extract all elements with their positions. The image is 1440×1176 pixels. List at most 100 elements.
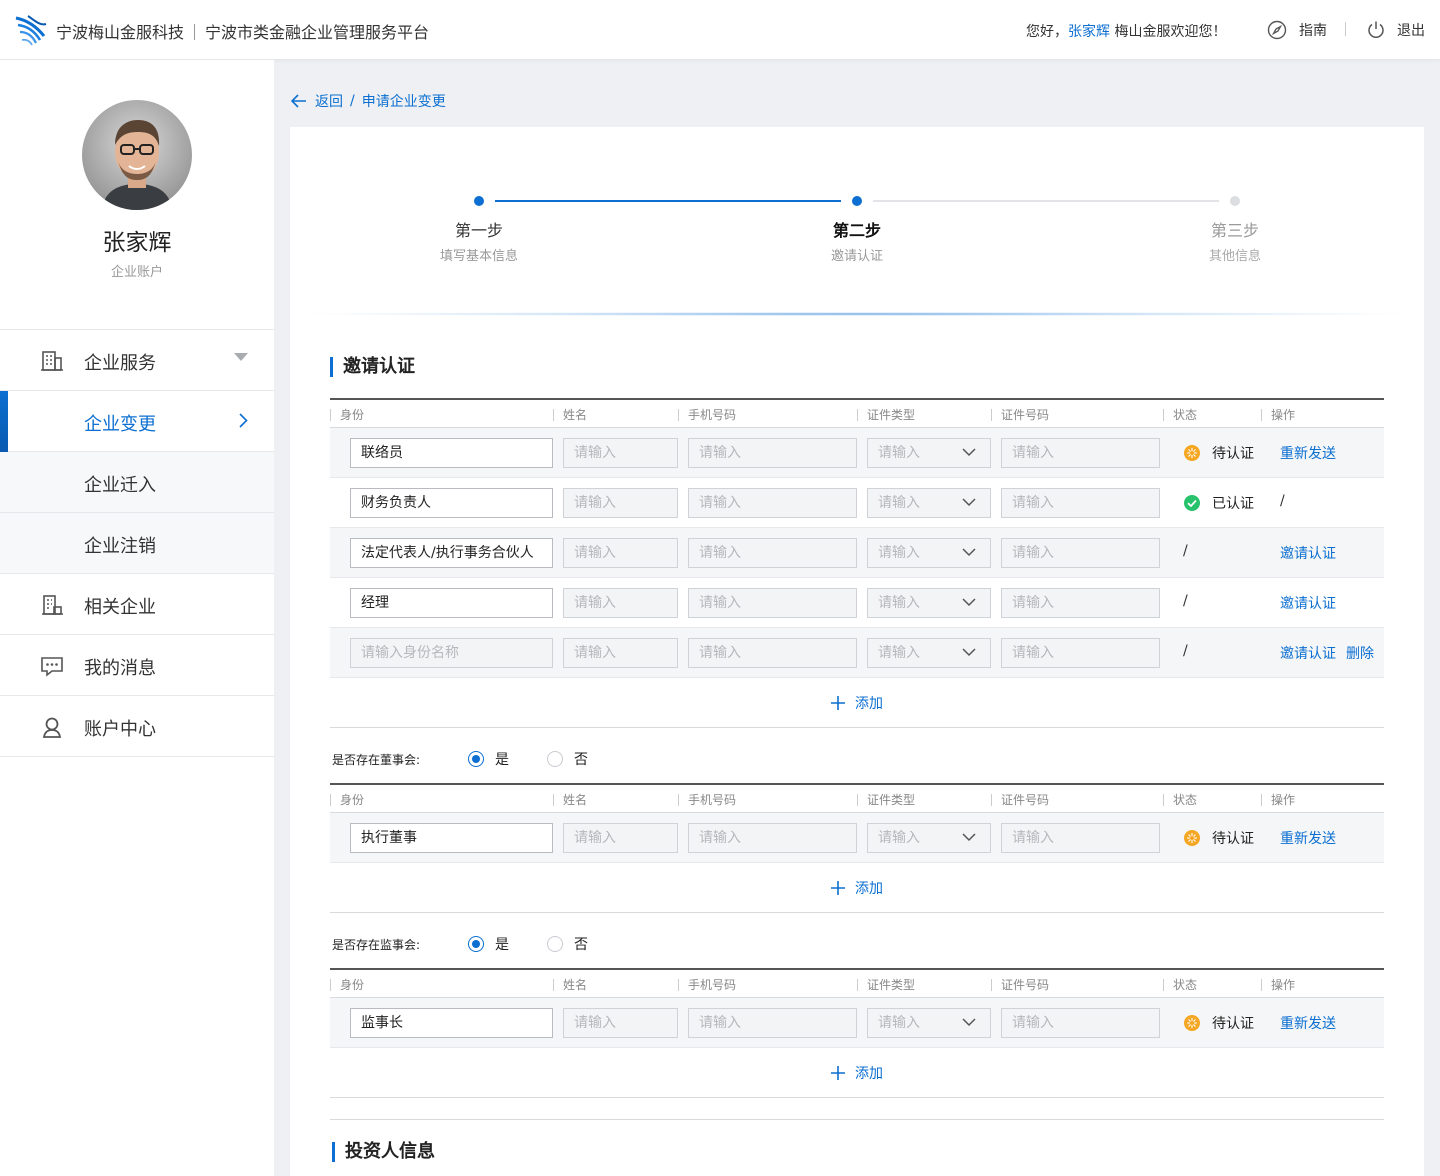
input-placeholder: 请输入 (699, 545, 741, 561)
id-number-input[interactable]: 请输入 (1001, 488, 1160, 518)
arrow-left-icon[interactable] (291, 94, 307, 108)
menu-item-enterprise-cancel[interactable]: 企业注销 (0, 513, 274, 574)
name-input[interactable]: 请输入 (563, 588, 678, 618)
name-input[interactable]: 请输入 (563, 488, 678, 518)
logout-button[interactable]: 退出 (1367, 18, 1425, 42)
supervisor-question-label: 是否存在监事会: (332, 937, 421, 952)
id-number-input[interactable]: 请输入 (1001, 1008, 1160, 1038)
action-link[interactable]: 重新发送 (1280, 1016, 1336, 1032)
name-input[interactable]: 请输入 (563, 823, 678, 853)
invite-table: 身份 姓名 手机号码 证件类型 证件号码 状态 操作 联络员 请输入 请输入 请输入 请输入 待认证 重新… (330, 398, 1384, 728)
action-link[interactable]: 重新发送 (1280, 446, 1336, 462)
menu-label: 企业服务 (84, 353, 156, 374)
status-text: 待认证 (1212, 1016, 1254, 1032)
radio-label: 是 (495, 937, 509, 953)
greeting-username[interactable]: 张家辉 (1068, 24, 1110, 40)
step-dot-1 (474, 196, 484, 206)
table-row: 请输入身份名称 请输入 请输入 请输入 请输入 / 邀请认证 删除 (330, 628, 1384, 678)
input-placeholder: 请输入 (1012, 445, 1054, 461)
radio-label: 是 (495, 752, 509, 768)
table-row: 财务负责人 请输入 请输入 请输入 请输入 已认证 / (330, 478, 1384, 528)
id-number-input[interactable]: 请输入 (1001, 823, 1160, 853)
status-empty: / (1183, 643, 1188, 659)
role-input[interactable]: 经理 (350, 588, 553, 618)
menu-item-my-messages[interactable]: 我的消息 (0, 635, 274, 696)
action-link[interactable]: 重新发送 (1280, 831, 1336, 847)
menu-item-enterprise-service[interactable]: 企业服务 (0, 330, 274, 391)
id-number-input[interactable]: 请输入 (1001, 638, 1160, 668)
phone-input[interactable]: 请输入 (688, 638, 857, 668)
menu-item-enterprise-move-in[interactable]: 企业迁入 (0, 452, 274, 513)
id-number-input[interactable]: 请输入 (1001, 438, 1160, 468)
phone-input[interactable]: 请输入 (688, 438, 857, 468)
menu-item-account-center[interactable]: 账户中心 (0, 696, 274, 757)
column-header: 证件号码 (991, 408, 1049, 422)
phone-input[interactable]: 请输入 (688, 823, 857, 853)
name-input[interactable]: 请输入 (563, 1008, 678, 1038)
menu-item-enterprise-change[interactable]: 企业变更 (0, 391, 274, 452)
status-badge: 待认证 (1184, 828, 1254, 848)
step-2-subtitle: 邀请认证 (830, 249, 883, 264)
name-input[interactable]: 请输入 (563, 438, 678, 468)
step-1-subtitle: 填写基本信息 (439, 249, 518, 264)
board-no-radio[interactable]: 否 (547, 749, 588, 769)
column-header: 姓名 (553, 978, 587, 992)
id-type-select[interactable]: 请输入 (867, 488, 991, 518)
id-number-input[interactable]: 请输入 (1001, 588, 1160, 618)
id-type-select[interactable]: 请输入 (867, 438, 991, 468)
role-input[interactable]: 法定代表人/执行事务合伙人 (350, 538, 553, 568)
input-placeholder: 请输入 (574, 495, 616, 511)
action-link[interactable]: 邀请认证 (1280, 596, 1336, 612)
delete-link[interactable]: 删除 (1346, 646, 1374, 662)
role-input[interactable]: 请输入身份名称 (350, 638, 553, 668)
name-input[interactable]: 请输入 (563, 538, 678, 568)
name-input[interactable]: 请输入 (563, 638, 678, 668)
logo-icon (15, 15, 47, 46)
phone-input[interactable]: 请输入 (688, 488, 857, 518)
id-type-select[interactable]: 请输入 (867, 538, 991, 568)
menu-label: 企业注销 (84, 536, 156, 557)
action-link[interactable]: 邀请认证 (1280, 546, 1336, 562)
avatar (82, 100, 192, 210)
chevron-down-icon (962, 1018, 976, 1027)
table-header: 身份 姓名 手机号码 证件类型 证件号码 状态 操作 (330, 968, 1384, 998)
add-row-button[interactable]: 添加 (330, 863, 1384, 913)
status-badge: 已认证 (1184, 493, 1254, 513)
add-row-button[interactable]: 添加 (330, 1048, 1384, 1098)
row-actions: 邀请认证 (1280, 593, 1336, 613)
supervisor-yes-radio[interactable]: 是 (468, 934, 509, 954)
board-yes-radio[interactable]: 是 (468, 749, 509, 769)
supervisor-no-radio[interactable]: 否 (547, 934, 588, 954)
check-circle-icon (1184, 495, 1200, 511)
status-text: 已认证 (1212, 496, 1254, 512)
phone-input[interactable]: 请输入 (688, 1008, 857, 1038)
compass-icon (1267, 20, 1287, 40)
role-input[interactable]: 联络员 (350, 438, 553, 468)
action-link[interactable]: 邀请认证 (1280, 646, 1336, 662)
id-type-select[interactable]: 请输入 (867, 588, 991, 618)
add-row-button[interactable]: 添加 (330, 678, 1384, 728)
building-icon (41, 351, 63, 371)
phone-input[interactable]: 请输入 (688, 538, 857, 568)
phone-input[interactable]: 请输入 (688, 588, 857, 618)
menu-item-related-enterprise[interactable]: 相关企业 (0, 574, 274, 635)
step-line-done (495, 200, 841, 202)
user-icon (42, 717, 62, 738)
profile-account-type: 企业账户 (110, 265, 163, 280)
input-placeholder: 请输入 (878, 830, 920, 846)
id-type-select[interactable]: 请输入 (867, 638, 991, 668)
id-type-select[interactable]: 请输入 (867, 823, 991, 853)
role-input[interactable]: 财务负责人 (350, 488, 553, 518)
role-input[interactable]: 执行董事 (350, 823, 553, 853)
input-placeholder: 请输入 (1012, 645, 1054, 661)
section-title-invite: 邀请认证 (330, 357, 415, 377)
guide-button[interactable]: 指南 (1267, 18, 1327, 42)
pending-clock-icon (1184, 830, 1200, 846)
brand-title: 宁波梅山金服科技 宁波市类金融企业管理服务平台 (56, 19, 429, 43)
back-link[interactable]: 返回 (315, 91, 343, 111)
column-header: 姓名 (553, 793, 587, 807)
id-number-input[interactable]: 请输入 (1001, 538, 1160, 568)
role-input[interactable]: 监事长 (350, 1008, 553, 1038)
id-type-select[interactable]: 请输入 (867, 1008, 991, 1038)
board-table: 身份 姓名 手机号码 证件类型 证件号码 状态 操作 执行董事 请输入 请输入 请输入 请输入 待认证 重… (330, 783, 1384, 913)
